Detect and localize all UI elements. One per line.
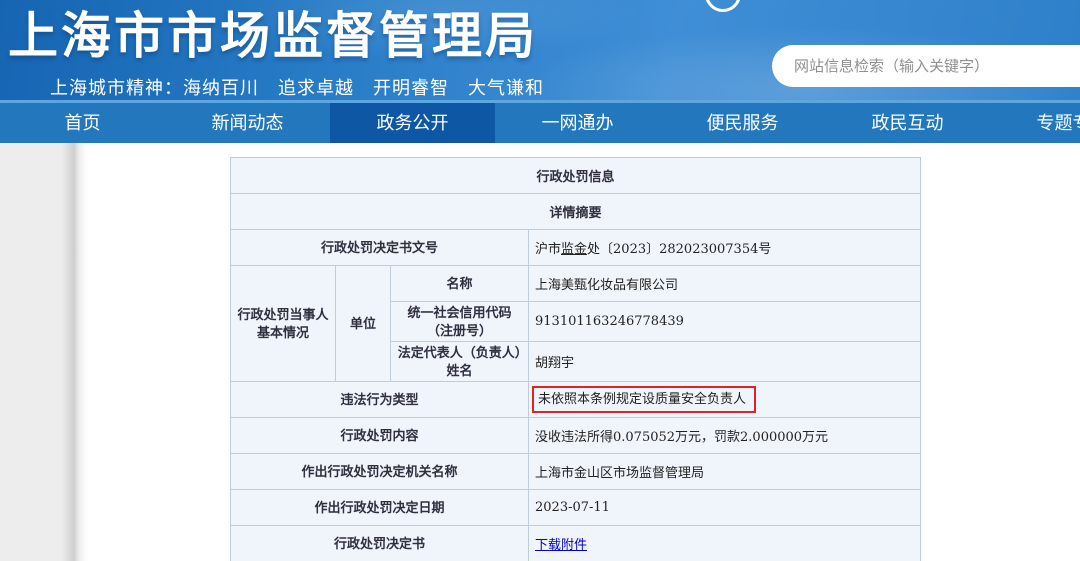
violation-type-cell: 未依照本条例规定设质量安全负责人: [529, 382, 921, 418]
page-content: 行政处罚信息 详情摘要 行政处罚决定书文号 沪市监金处〔2023〕2820230…: [0, 143, 1080, 561]
doc-no-underlined: 监金: [561, 242, 587, 257]
city-spirit-tagline: 上海城市精神：海纳百川 追求卓越 开明睿智 大气谦和: [50, 74, 544, 100]
table-row: 作出行政处罚决定日期 2023-07-11: [231, 490, 921, 526]
authority-label: 作出行政处罚决定机关名称: [231, 454, 529, 490]
table-title: 行政处罚信息: [231, 158, 921, 194]
legal-rep-label: 法定代表人（负责人）姓名: [391, 342, 529, 382]
penalty-content-value: 没收违法所得0.075052万元，罚款2.000000万元: [529, 418, 921, 454]
download-attachment-link[interactable]: 下载附件: [535, 538, 587, 553]
decision-date-label: 作出行政处罚决定日期: [231, 490, 529, 526]
table-row: 行政处罚信息: [231, 158, 921, 194]
penalty-content-label: 行政处罚内容: [231, 418, 529, 454]
credit-code-label: 统一社会信用代码（注册号）: [391, 302, 529, 342]
party-name-value: 上海美甄化妆品有限公司: [529, 266, 921, 302]
table-row: 行政处罚决定书文号 沪市监金处〔2023〕282023007354号: [231, 230, 921, 266]
violation-type-value-highlighted: 未依照本条例规定设质量安全负责人: [532, 386, 756, 414]
doc-no-suffix: 处〔2023〕282023007354号: [587, 242, 771, 257]
nav-tab-special-topics[interactable]: 专题专栏: [990, 103, 1080, 143]
partial-circle-logo-icon: [705, 0, 741, 12]
table-row: 违法行为类型 未依照本条例规定设质量安全负责人: [231, 382, 921, 418]
party-type-label: 单位: [336, 266, 391, 382]
violation-type-label: 违法行为类型: [231, 382, 529, 418]
table-subtitle: 详情摘要: [231, 194, 921, 230]
nav-tab-public-service[interactable]: 便民服务: [660, 103, 825, 143]
table-row: 行政处罚当事人基本情况 单位 名称 上海美甄化妆品有限公司: [231, 266, 921, 302]
nav-tab-news[interactable]: 新闻动态: [165, 103, 330, 143]
table-row: 详情摘要: [231, 194, 921, 230]
nav-tab-one-stop-service[interactable]: 一网通办: [495, 103, 660, 143]
party-name-label: 名称: [391, 266, 529, 302]
penalty-info-table: 行政处罚信息 详情摘要 行政处罚决定书文号 沪市监金处〔2023〕2820230…: [230, 157, 921, 561]
nav-tab-interaction[interactable]: 政民互动: [825, 103, 990, 143]
decision-doc-label: 行政处罚决定书: [231, 526, 529, 561]
table-row: 行政处罚内容 没收违法所得0.075052万元，罚款2.000000万元: [231, 418, 921, 454]
party-section-label: 行政处罚当事人基本情况: [231, 266, 336, 382]
browser-viewport: 上海市市场监督管理局 上海城市精神：海纳百川 追求卓越 开明睿智 大气谦和 首页…: [0, 0, 1080, 561]
legal-rep-value: 胡翔宇: [529, 342, 921, 382]
doc-no-label: 行政处罚决定书文号: [231, 230, 529, 266]
nav-tab-gov-disclosure[interactable]: 政务公开: [330, 103, 495, 143]
nav-tab-home[interactable]: 首页: [0, 103, 165, 143]
site-title: 上海市市场监督管理局: [8, 0, 538, 68]
doc-no-prefix: 沪市: [535, 242, 561, 257]
decision-doc-cell: 下载附件: [529, 526, 921, 561]
authority-value: 上海市金山区市场监督管理局: [529, 454, 921, 490]
doc-no-value: 沪市监金处〔2023〕282023007354号: [529, 230, 921, 266]
table-row: 作出行政处罚决定机关名称 上海市金山区市场监督管理局: [231, 454, 921, 490]
site-header: 上海市市场监督管理局 上海城市精神：海纳百川 追求卓越 开明睿智 大气谦和: [0, 0, 1080, 103]
credit-code-value: 913101163246778439: [529, 302, 921, 342]
page-left-margin: [0, 143, 88, 561]
main-nav: 首页 新闻动态 政务公开 一网通办 便民服务 政民互动 专题专栏: [0, 103, 1080, 143]
decision-date-value: 2023-07-11: [529, 490, 921, 526]
table-row: 行政处罚决定书 下载附件: [231, 526, 921, 561]
site-search-input[interactable]: [772, 45, 1080, 87]
